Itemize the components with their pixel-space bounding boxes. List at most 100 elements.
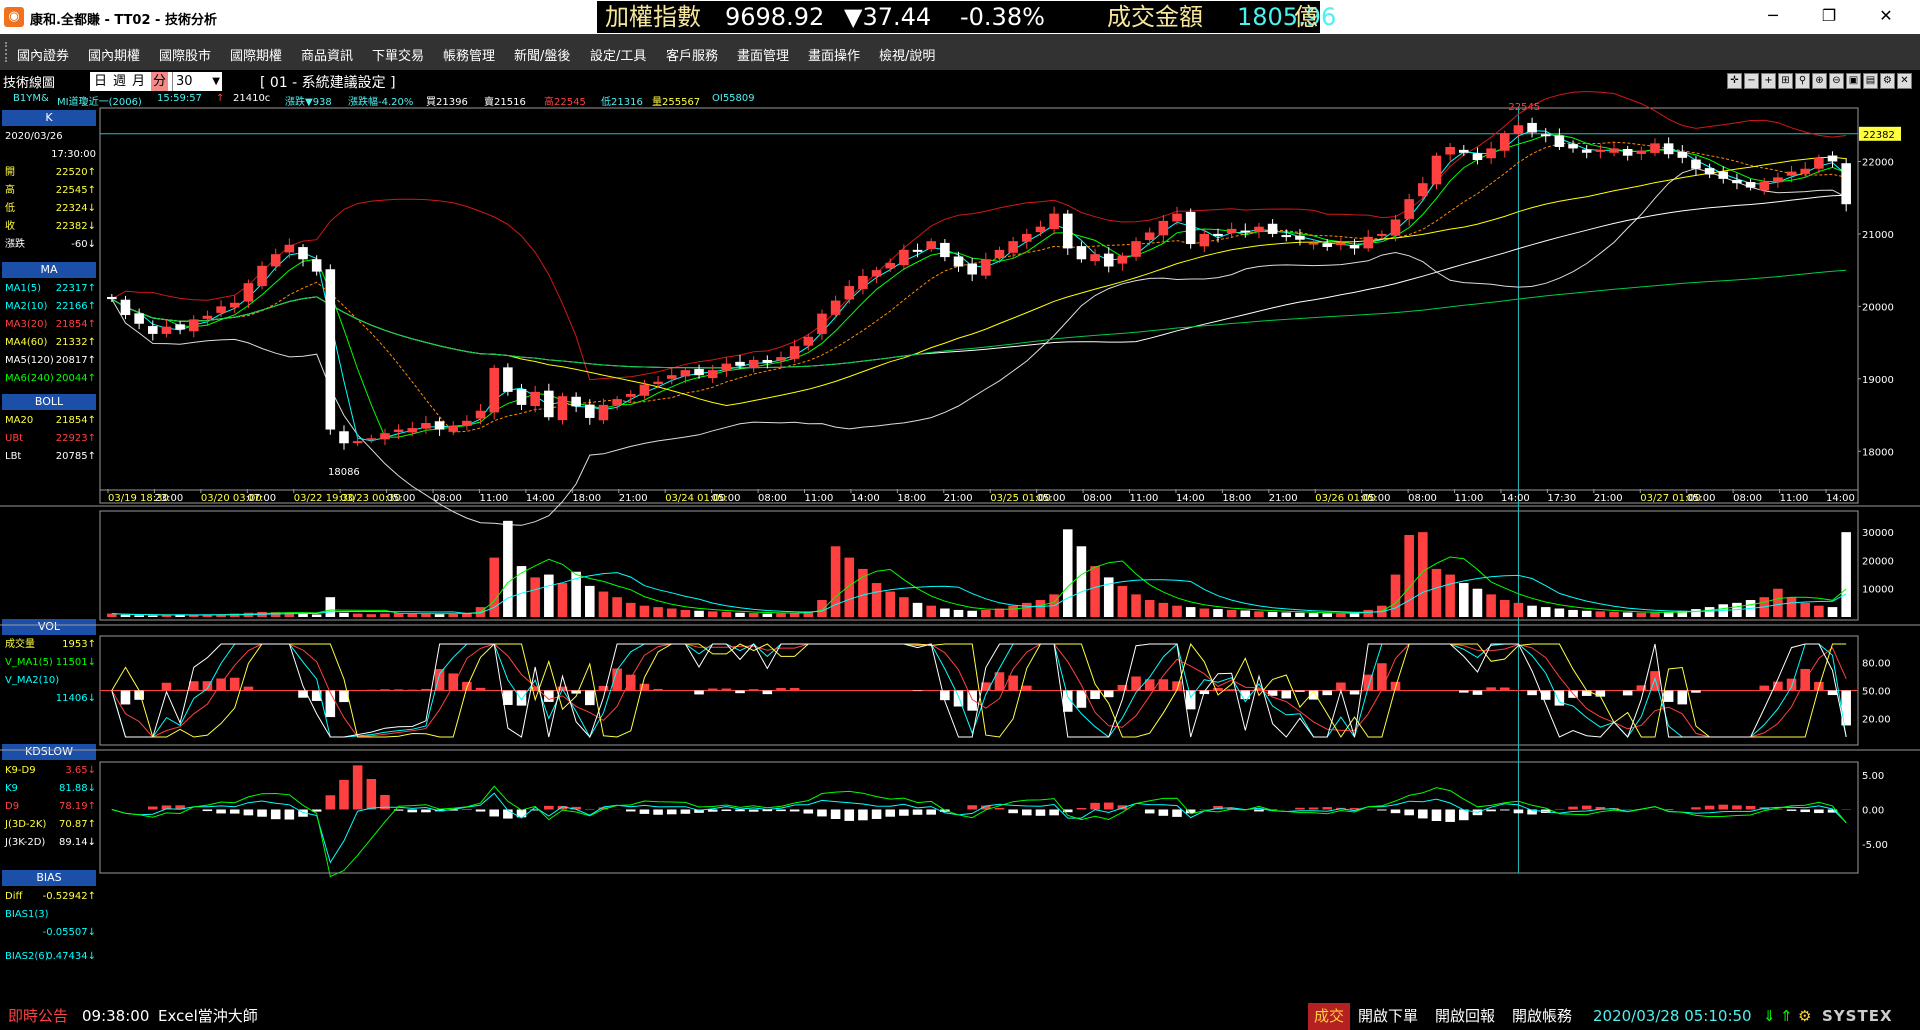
volume-bar [1377, 605, 1387, 617]
candle-body [1295, 235, 1305, 240]
menu-product-info[interactable]: 商品資訊 [301, 45, 353, 64]
menu-bar: 國內證券 國內期權 國際股市 國際期權 商品資訊 下單交易 帳務管理 新聞/盤後… [0, 34, 1920, 70]
kd-histogram-bar [981, 682, 991, 691]
open-account-button[interactable]: 開啟帳務 [1512, 1003, 1572, 1030]
kd-histogram-bar [202, 681, 213, 691]
print-icon[interactable]: ▤ [1863, 73, 1878, 89]
k9-line [111, 643, 1847, 739]
bias1-value: -0.05507↓ [42, 927, 96, 938]
open-order-button[interactable]: 開啟下單 [1358, 1003, 1418, 1030]
candle-body [448, 425, 459, 432]
candle-body [1254, 226, 1264, 232]
x-tick-label: 14:00 [1176, 493, 1205, 504]
ma2-line [111, 134, 1847, 438]
kd-histogram-bar [339, 690, 349, 703]
candle-body [1377, 233, 1387, 236]
open-report-button[interactable]: 開啟回報 [1435, 1003, 1495, 1030]
menu-service[interactable]: 客戶服務 [666, 45, 718, 64]
bias-histogram-bar [776, 809, 786, 812]
menu-news[interactable]: 新聞/盤後 [514, 45, 570, 64]
candle-body [1800, 168, 1810, 174]
menu-domestic-securities[interactable]: 國內證券 [17, 45, 69, 64]
interval-select[interactable]: 30 ▼ [172, 72, 222, 91]
candle-body [366, 438, 377, 441]
grid-icon[interactable]: ⊞ [1778, 73, 1793, 89]
kd-histogram-bar [653, 688, 663, 691]
bias-histogram-bar [653, 809, 663, 815]
volume-bar [339, 612, 349, 617]
upload-icon[interactable]: ⇑ [1780, 1003, 1793, 1030]
settings-icon[interactable]: ⚙ [1880, 73, 1895, 89]
x-tick-label: 21:00 [619, 493, 648, 504]
y-tick-label: 20000 [1862, 302, 1894, 313]
period-month[interactable]: 月 [132, 72, 145, 91]
menu-domestic-futures[interactable]: 國內期權 [88, 45, 140, 64]
news-text[interactable]: Excel當沖大師 [158, 1003, 258, 1030]
menu-intl-futures[interactable]: 國際期權 [230, 45, 282, 64]
candle-body [1595, 149, 1606, 152]
bias-histogram-bar [1732, 805, 1742, 810]
technical-chart-area[interactable]: 2238222545180862200021000200001900018000… [0, 0, 1920, 1003]
kd-histogram-bar [229, 677, 240, 691]
minimize-button[interactable]: ─ [1758, 6, 1788, 25]
menu-screen-ops[interactable]: 畫面操作 [808, 45, 860, 64]
search-icon[interactable]: ⚲ [1795, 73, 1810, 89]
close-button[interactable]: ✕ [1871, 6, 1901, 25]
candle-body [680, 370, 691, 377]
volume-bar [421, 613, 431, 617]
zoom-plus-icon[interactable]: + [1761, 73, 1776, 89]
volume-bar [612, 597, 622, 617]
bias-histogram-bar [1773, 808, 1783, 810]
search-minus-icon[interactable]: ⊖ [1829, 73, 1844, 89]
pane-frame-vol [99, 510, 1859, 621]
deal-badge[interactable]: 成交 [1308, 1003, 1350, 1030]
period-day[interactable]: 日 [94, 72, 107, 91]
volume-bar [503, 520, 513, 617]
candle-body [612, 399, 622, 405]
crosshair-icon[interactable]: ✛ [1727, 73, 1742, 89]
candle-body [120, 299, 131, 316]
download-icon[interactable]: ⇓ [1763, 1003, 1776, 1030]
bias-histogram-bar [639, 809, 650, 814]
ma6-value: MA6(240) 20044↑ [5, 373, 96, 384]
volume-bar [1499, 600, 1510, 617]
x-tick-label: 11:00 [1130, 493, 1159, 504]
period-week[interactable]: 週 [113, 72, 126, 91]
kd-tick-label: 50.00 [1862, 687, 1891, 698]
menu-trading[interactable]: 下單交易 [372, 45, 424, 64]
volume-bar [1172, 605, 1182, 617]
crosshair-value: 22382 [1863, 130, 1895, 141]
close-chart-icon[interactable]: ✕ [1897, 73, 1912, 89]
kd-histogram-bar [1322, 690, 1333, 696]
volume-bar [1199, 608, 1210, 617]
quote-high: 高22545 [544, 97, 586, 108]
candle-body [1472, 153, 1483, 161]
bias-histogram-bar [748, 809, 759, 812]
period-selector: 日 週 月 分 30 ▼ [90, 72, 222, 91]
system-setting-label[interactable]: [ 01 - 系統建議設定 ] [260, 72, 396, 92]
candle-body [1199, 233, 1210, 247]
bias-histogram-bar [830, 809, 841, 819]
volume-bar [380, 613, 390, 617]
bias-histogram-bar [967, 805, 977, 810]
news-label[interactable]: 即時公告 [8, 1003, 68, 1030]
search-plus-icon[interactable]: ⊕ [1812, 73, 1827, 89]
volume-bar [434, 614, 445, 617]
quote-arrow-icon: ↑ [216, 93, 225, 104]
menu-intl-stocks[interactable]: 國際股市 [159, 45, 211, 64]
zoom-minus-icon[interactable]: − [1744, 73, 1759, 89]
maximize-button[interactable]: ❐ [1814, 6, 1844, 25]
menu-screen-manage[interactable]: 畫面管理 [737, 45, 789, 64]
volume-bar [789, 612, 800, 617]
x-tick-label: 03/23 00:30 [340, 493, 401, 504]
x-tick-label: 14:00 [526, 493, 555, 504]
save-icon[interactable]: ▣ [1846, 73, 1861, 89]
menu-account[interactable]: 帳務管理 [443, 45, 495, 64]
candle-body [830, 300, 841, 315]
menu-view-help[interactable]: 檢視/說明 [879, 45, 935, 64]
volume-bar [1636, 612, 1647, 617]
menu-settings[interactable]: 設定/工具 [590, 45, 646, 64]
kd-histogram-bar [639, 683, 650, 691]
bias-histogram-bar [1568, 806, 1578, 810]
period-minute[interactable]: 分 [151, 72, 169, 91]
